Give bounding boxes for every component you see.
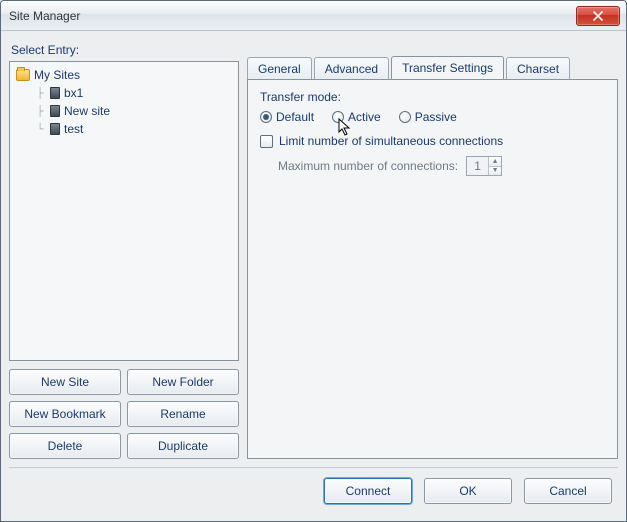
duplicate-button[interactable]: Duplicate bbox=[127, 433, 239, 459]
ok-button[interactable]: OK bbox=[424, 478, 512, 504]
titlebar: Site Manager bbox=[1, 1, 626, 31]
radio-default[interactable]: Default bbox=[260, 110, 314, 124]
left-column: Select Entry: My Sites ├ bx1 ├ New s bbox=[9, 39, 239, 459]
radio-active[interactable]: Active bbox=[332, 110, 381, 124]
max-connections-label: Maximum number of connections: bbox=[278, 159, 458, 173]
radio-dot-icon bbox=[399, 111, 411, 123]
transfer-mode-radios: Default Active Passive bbox=[260, 110, 605, 124]
site-manager-window: Site Manager Select Entry: My Sites ├ bbox=[0, 0, 627, 522]
tab-transfer-settings[interactable]: Transfer Settings bbox=[391, 56, 504, 79]
tree-item-label: New site bbox=[64, 104, 110, 118]
limit-connections-checkbox[interactable]: Limit number of simultaneous connections bbox=[260, 134, 605, 148]
site-icon bbox=[50, 87, 60, 99]
tree-root-label: My Sites bbox=[34, 68, 80, 82]
site-icon bbox=[50, 123, 60, 135]
max-connections-spinner[interactable]: 1 ▲ ▼ bbox=[466, 156, 502, 176]
upper-area: Select Entry: My Sites ├ bx1 ├ New s bbox=[9, 39, 618, 459]
max-connections-value[interactable]: 1 bbox=[467, 157, 489, 175]
delete-button[interactable]: Delete bbox=[9, 433, 121, 459]
close-button[interactable] bbox=[576, 6, 620, 26]
site-icon bbox=[50, 105, 60, 117]
tree-branch-icon: ├ bbox=[34, 106, 46, 117]
tree-branch-icon: ├ bbox=[34, 88, 46, 99]
connect-button[interactable]: Connect bbox=[324, 478, 412, 504]
new-site-button[interactable]: New Site bbox=[9, 369, 121, 395]
tree-item-label: test bbox=[64, 122, 83, 136]
tab-advanced[interactable]: Advanced bbox=[314, 57, 389, 80]
spinner-arrows: ▲ ▼ bbox=[489, 157, 501, 175]
limit-connections-label: Limit number of simultaneous connections bbox=[279, 134, 503, 148]
radio-active-label: Active bbox=[348, 110, 381, 124]
tabstrip: General Advanced Transfer Settings Chars… bbox=[247, 53, 618, 79]
max-connections-row: Maximum number of connections: 1 ▲ ▼ bbox=[278, 156, 605, 176]
window-body: Select Entry: My Sites ├ bx1 ├ New s bbox=[1, 31, 626, 521]
radio-passive-label: Passive bbox=[415, 110, 457, 124]
select-entry-label: Select Entry: bbox=[11, 43, 239, 57]
tree-branch-icon: └ bbox=[34, 124, 46, 135]
new-bookmark-button[interactable]: New Bookmark bbox=[9, 401, 121, 427]
folder-icon bbox=[16, 69, 30, 81]
tree-item[interactable]: ├ New site bbox=[12, 102, 236, 120]
tree-item-label: bx1 bbox=[64, 86, 83, 100]
radio-dot-icon bbox=[260, 111, 272, 123]
rename-button[interactable]: Rename bbox=[127, 401, 239, 427]
radio-dot-icon bbox=[332, 111, 344, 123]
site-tree[interactable]: My Sites ├ bx1 ├ New site └ bbox=[9, 61, 239, 361]
transfer-mode-label: Transfer mode: bbox=[260, 90, 605, 104]
radio-default-label: Default bbox=[276, 110, 314, 124]
tree-root-my-sites[interactable]: My Sites bbox=[12, 66, 236, 84]
dialog-action-row: Connect OK Cancel bbox=[9, 467, 618, 513]
tree-item[interactable]: └ test bbox=[12, 120, 236, 138]
transfer-settings-panel: Transfer mode: Default Active Passiv bbox=[247, 79, 618, 459]
cancel-button[interactable]: Cancel bbox=[524, 478, 612, 504]
radio-passive[interactable]: Passive bbox=[399, 110, 457, 124]
spinner-up-button[interactable]: ▲ bbox=[489, 157, 501, 167]
close-icon bbox=[593, 11, 603, 21]
checkbox-icon bbox=[260, 135, 273, 148]
spinner-down-button[interactable]: ▼ bbox=[489, 167, 501, 176]
right-column: General Advanced Transfer Settings Chars… bbox=[247, 39, 618, 459]
tree-item[interactable]: ├ bx1 bbox=[12, 84, 236, 102]
site-action-buttons: New Site New Folder New Bookmark Rename … bbox=[9, 369, 239, 459]
window-title: Site Manager bbox=[9, 9, 576, 23]
tab-charset[interactable]: Charset bbox=[506, 57, 570, 80]
new-folder-button[interactable]: New Folder bbox=[127, 369, 239, 395]
tab-general[interactable]: General bbox=[247, 57, 312, 80]
